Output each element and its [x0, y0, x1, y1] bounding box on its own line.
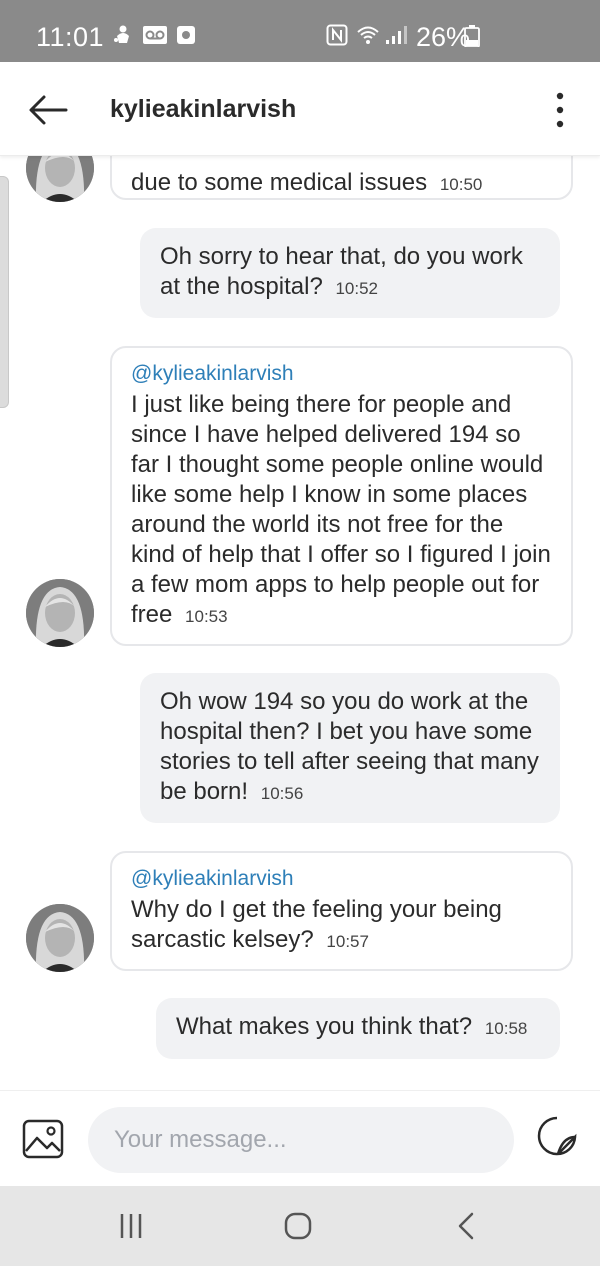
message-time: 10:56 — [260, 784, 304, 803]
voicemail-icon — [143, 26, 167, 44]
message-composer — [0, 1090, 600, 1186]
message-text: What makes you think that? — [176, 1013, 473, 1040]
contact-avatar[interactable] — [26, 156, 94, 202]
notification-app-icon — [114, 25, 129, 43]
contact-avatar[interactable] — [26, 904, 94, 972]
recent-apps-icon[interactable] — [112, 1208, 152, 1244]
conversation-title: kylieakinlarvish — [110, 95, 297, 123]
message-text: due to some medical issues — [131, 169, 428, 196]
contact-avatar[interactable] — [26, 579, 94, 647]
message-time: 10:52 — [335, 279, 379, 298]
mention-tag[interactable]: @kylieakinlarvish — [131, 865, 553, 893]
nfc-icon — [326, 24, 348, 46]
image-attach-icon[interactable] — [22, 1119, 64, 1159]
message-time: 10:53 — [185, 607, 228, 626]
battery-icon — [464, 25, 480, 47]
message-text: Oh wow 194 so you do work at the hospita… — [160, 688, 539, 805]
chat-header: kylieakinlarvish — [0, 62, 600, 156]
system-navigation-bar — [0, 1186, 600, 1266]
more-options-icon[interactable] — [548, 90, 572, 130]
incoming-message: @kylieakinlarvish I just like being ther… — [110, 346, 573, 646]
message-time: 10:58 — [484, 1019, 528, 1038]
status-bar: 11:01 26% — [0, 0, 600, 62]
sticker-icon[interactable] — [536, 1115, 578, 1157]
message-text: Why do I get the feeling your being sarc… — [131, 896, 502, 953]
message-time: 10:57 — [326, 932, 369, 951]
message-time: 10:50 — [439, 175, 483, 194]
screen-record-icon — [177, 26, 195, 44]
mention-tag[interactable]: @kylieakinlarvish — [131, 360, 553, 388]
back-arrow-icon[interactable] — [26, 88, 70, 132]
incoming-message: @kylieakinlarvish Why do I get the feeli… — [110, 851, 573, 971]
outgoing-message: Oh wow 194 so you do work at the hospita… — [140, 673, 560, 823]
message-input[interactable] — [88, 1107, 514, 1173]
wifi-icon — [357, 26, 379, 44]
message-text: I just like being there for people and s… — [131, 391, 551, 628]
back-nav-icon[interactable] — [446, 1208, 486, 1244]
message-list[interactable]: due to some medical issues 10:50 Oh sorr… — [0, 156, 600, 1090]
outgoing-message: Oh sorry to hear that, do you work at th… — [140, 228, 560, 318]
home-icon[interactable] — [278, 1208, 318, 1244]
battery-percentage: 26% — [416, 22, 471, 52]
incoming-message: due to some medical issues 10:50 — [110, 156, 573, 200]
scroll-indicator[interactable] — [0, 176, 9, 408]
outgoing-message: What makes you think that? 10:58 — [156, 998, 560, 1059]
signal-icon — [386, 26, 407, 44]
status-time: 11:01 — [36, 22, 105, 52]
